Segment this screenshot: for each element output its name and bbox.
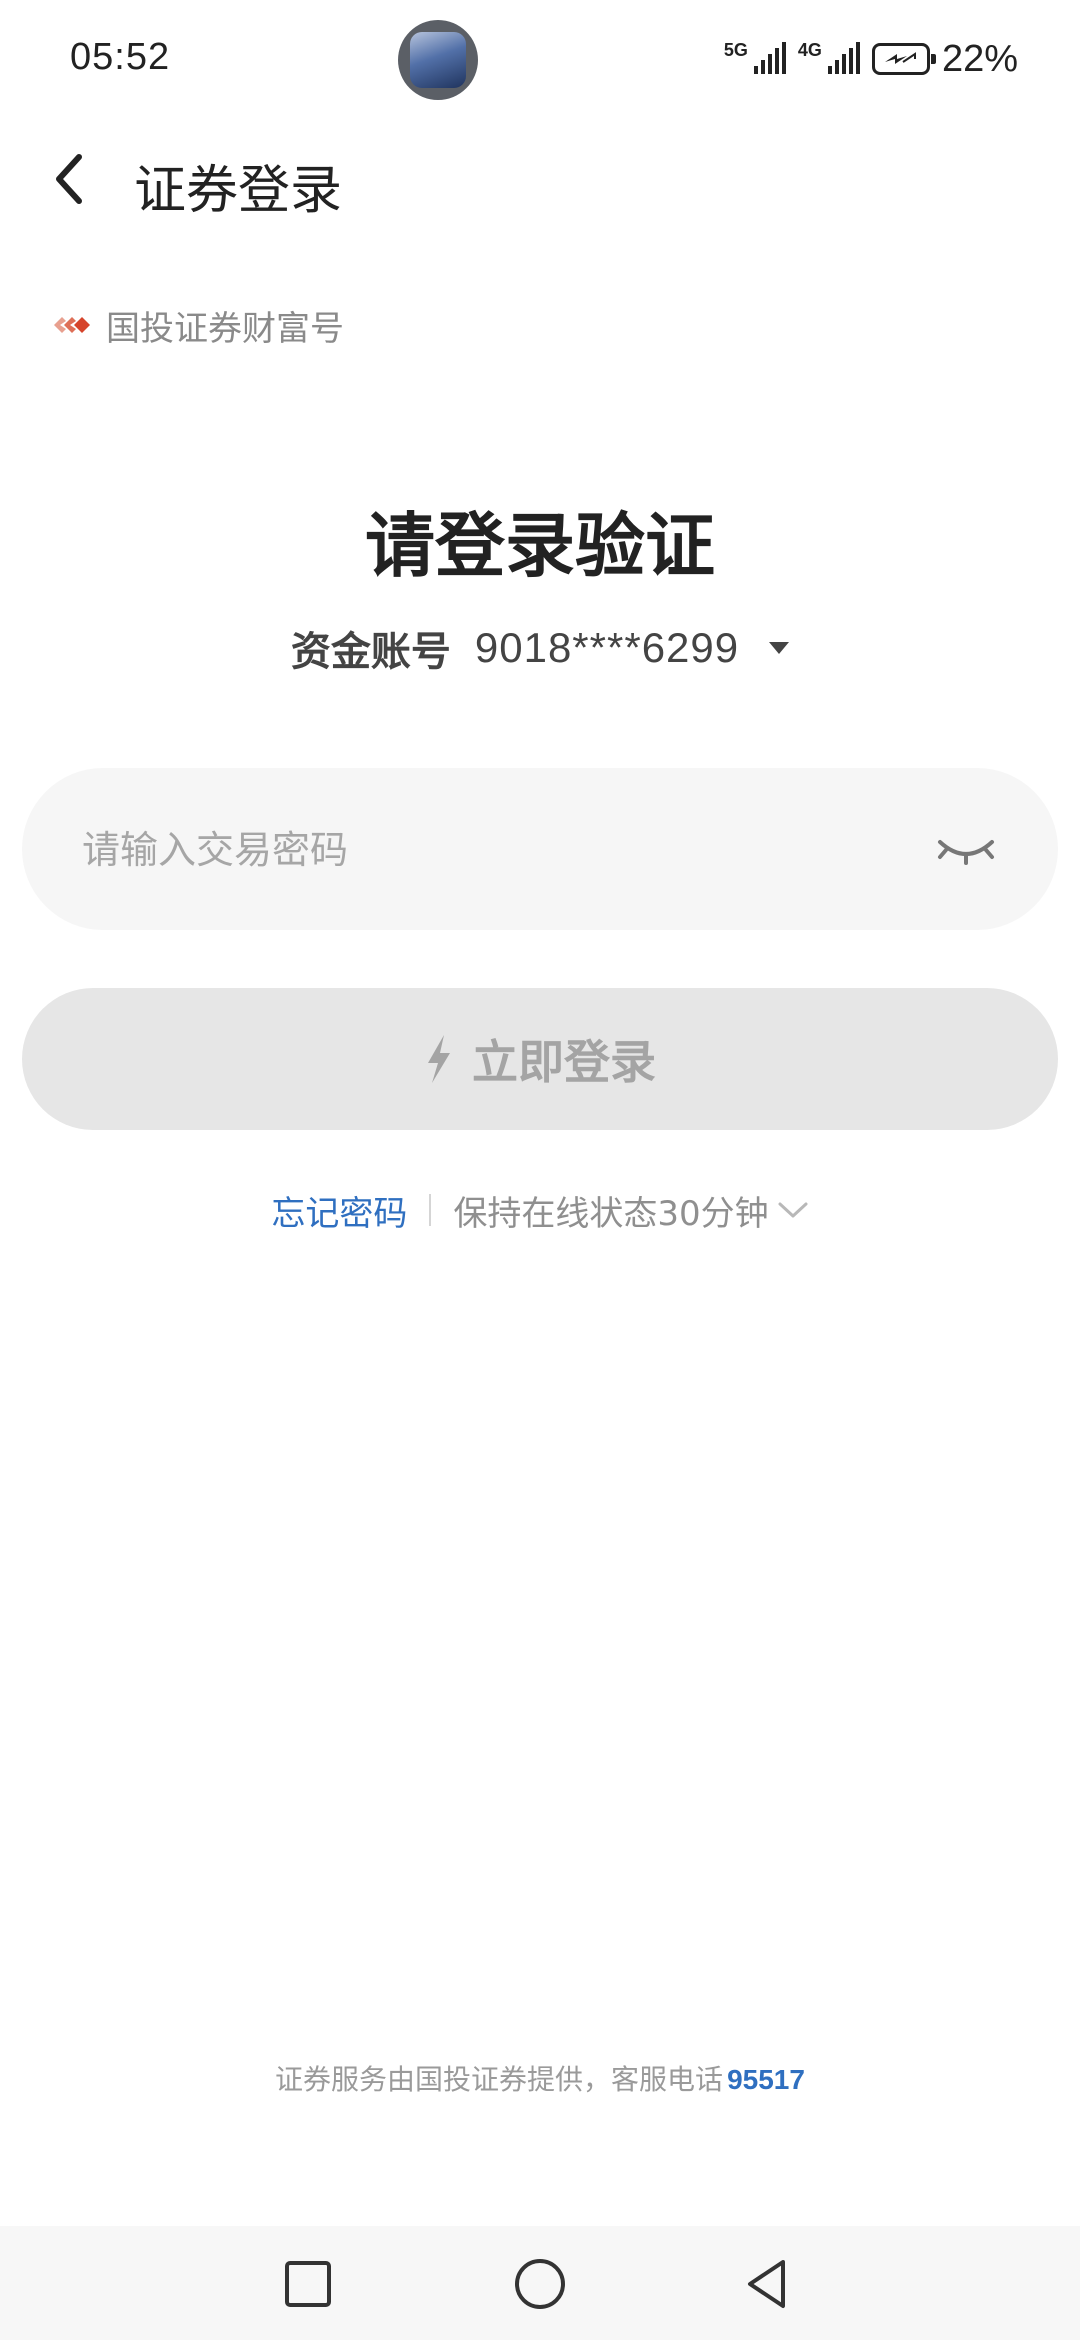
brand-row: 国投证券财富号	[52, 300, 344, 350]
forgot-password-link[interactable]: 忘记密码	[271, 1186, 407, 1235]
toggle-password-visibility-button[interactable]	[934, 822, 998, 876]
status-time: 05:52	[70, 36, 171, 78]
login-page: 05:52 5G 4G 22% 证券登录 国投证券财富号 请登录验证 资金账号 …	[0, 0, 1080, 2340]
chevron-left-icon	[56, 154, 82, 204]
login-button[interactable]: 立即登录	[22, 988, 1058, 1130]
back-button[interactable]	[36, 146, 102, 212]
footer-text: 证券服务由国投证券提供，客服电话	[275, 2063, 724, 2096]
customer-service-phone-link[interactable]: 95517	[727, 2064, 805, 2095]
account-selector[interactable]: 资金账号 9018****6299	[0, 618, 1080, 678]
login-button-label: 立即登录	[472, 1035, 656, 1089]
eye-closed-icon	[938, 840, 994, 865]
home-button[interactable]	[510, 2254, 570, 2314]
network-5g-label: 5G	[723, 40, 748, 60]
password-input[interactable]	[80, 768, 904, 932]
system-back-button[interactable]	[738, 2254, 798, 2314]
top-bar: 证券登录	[0, 120, 1080, 240]
charging-bolt-icon	[884, 52, 916, 64]
login-options: 忘记密码 保持在线状态30分钟	[0, 1182, 1080, 1238]
back-icon	[748, 2260, 785, 2308]
password-field[interactable]	[22, 768, 1058, 932]
notification-app-icon	[398, 20, 478, 100]
account-label: 资金账号	[290, 629, 451, 675]
lightning-icon	[428, 1035, 450, 1083]
footer-note: 证券服务由国投证券提供，客服电话 95517	[0, 2058, 1080, 2098]
brand-logo-icon	[54, 317, 90, 333]
status-bar: 05:52 5G 4G 22%	[0, 0, 1080, 120]
status-indicators: 5G 4G 22%	[724, 34, 1018, 84]
keep-online-label: 保持在线状态30分钟	[453, 1193, 769, 1234]
battery-icon	[871, 43, 936, 75]
options-divider	[429, 1194, 432, 1226]
recent-apps-button[interactable]	[278, 2254, 338, 2314]
system-nav-bar	[0, 2226, 1080, 2340]
keep-online-dropdown[interactable]: 保持在线状态30分钟	[453, 1186, 808, 1235]
caret-down-icon	[769, 642, 790, 654]
recent-apps-icon	[285, 2261, 331, 2307]
home-icon	[515, 2259, 565, 2309]
page-title: 证券登录	[134, 161, 343, 221]
signal-5g-icon	[753, 42, 786, 74]
battery-percent: 22%	[941, 37, 1018, 80]
account-number: 9018****6299	[474, 624, 740, 671]
brand-name: 国投证券财富号	[106, 308, 344, 349]
signal-4g-icon	[827, 42, 860, 74]
login-headline: 请登录验证	[365, 505, 715, 587]
chevron-down-icon	[778, 1202, 808, 1218]
network-4g-label: 4G	[797, 40, 822, 60]
